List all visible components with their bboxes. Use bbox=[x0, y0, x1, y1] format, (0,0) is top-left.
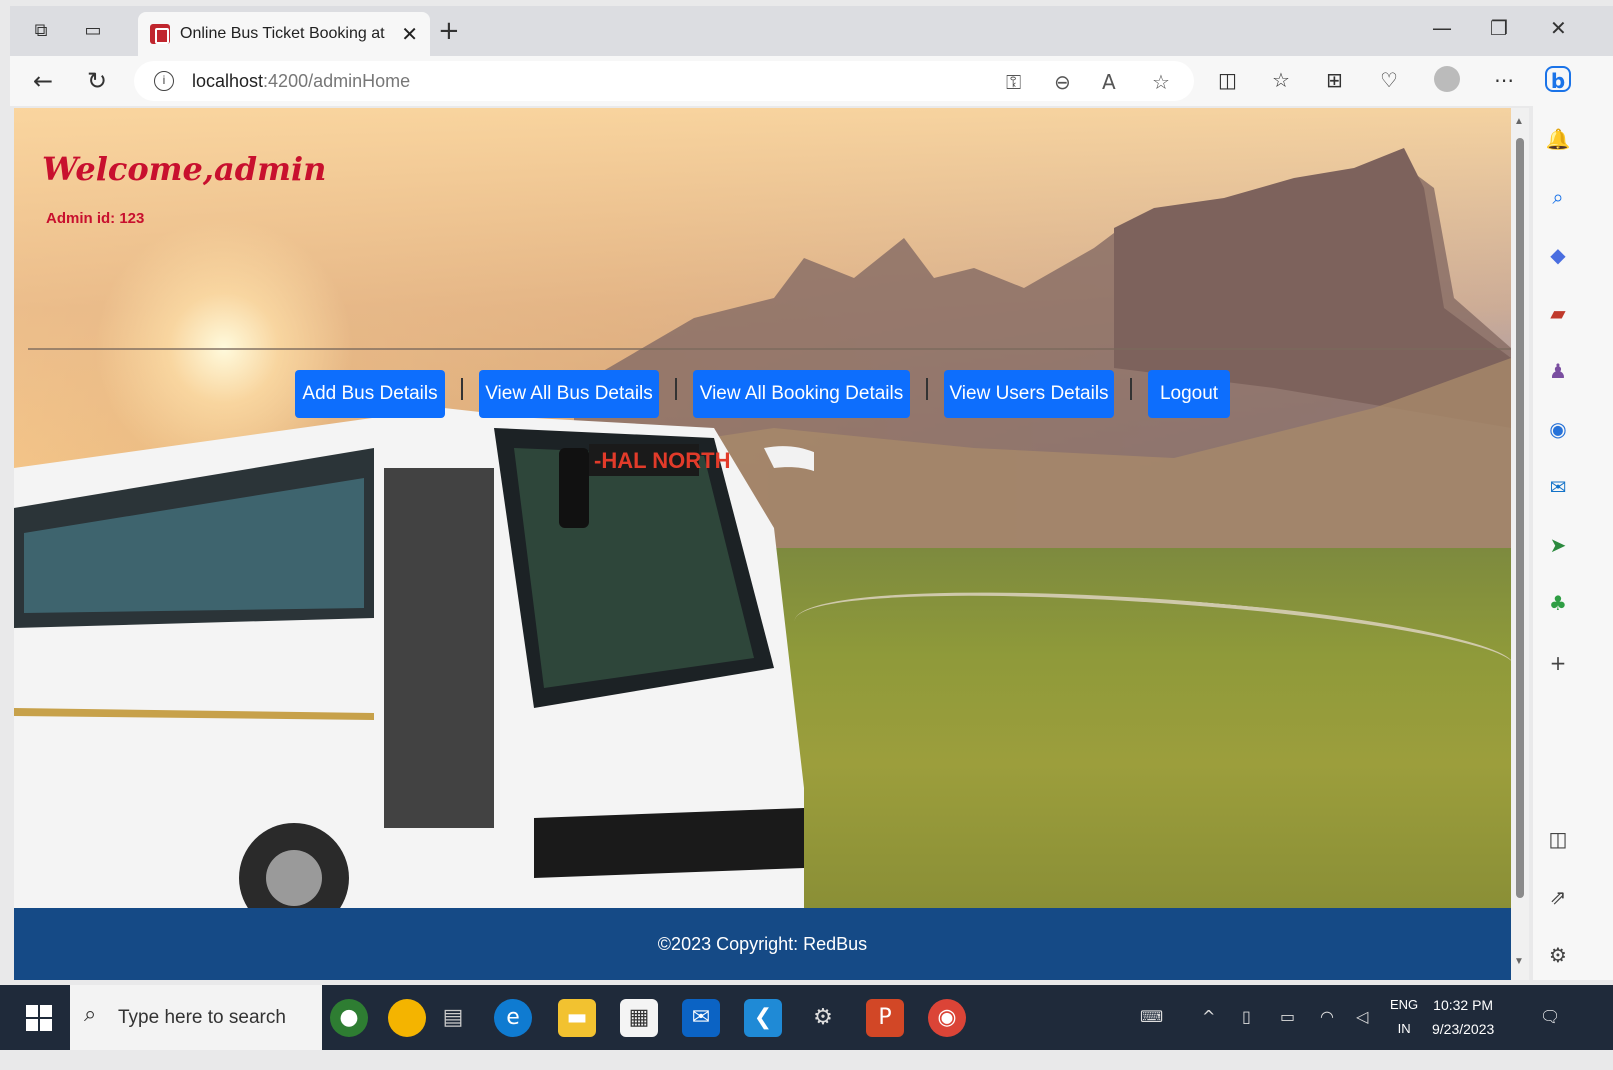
drop-icon[interactable]: ➤ bbox=[1545, 532, 1571, 558]
view-all-bus-details-button[interactable]: View All Bus Details bbox=[479, 370, 659, 418]
microsoft-365-icon[interactable]: ◉ bbox=[1545, 416, 1571, 442]
redbus-favicon-icon bbox=[150, 24, 170, 44]
bing-copilot-icon[interactable]: b bbox=[1545, 66, 1571, 93]
workspaces-icon[interactable]: ⧉ bbox=[30, 20, 52, 42]
web-page: -HAL NORTH Welcome,admin Admin id: 123 A… bbox=[14, 108, 1511, 980]
clock-time: 10:32 PM bbox=[1433, 997, 1494, 1013]
games-icon[interactable]: ♟ bbox=[1545, 358, 1571, 384]
scroll-up-icon[interactable]: ▲ bbox=[1514, 116, 1524, 127]
welcome-heading: Welcome,admin bbox=[42, 150, 327, 188]
notifications-bell-icon[interactable]: 🔔 bbox=[1545, 126, 1571, 152]
tab-title: Online Bus Ticket Booking at Lo bbox=[180, 25, 390, 42]
bus-image: -HAL NORTH bbox=[14, 408, 814, 908]
hero-background: -HAL NORTH bbox=[14, 108, 1511, 908]
site-info-icon[interactable]: i bbox=[154, 71, 174, 91]
external-link-icon[interactable]: ⇗ bbox=[1545, 884, 1571, 910]
hide-sidebar-icon[interactable]: ◫ bbox=[1545, 826, 1571, 852]
restore-icon[interactable]: ❐ bbox=[1490, 16, 1508, 40]
weather-globe-icon[interactable]: ● bbox=[330, 999, 368, 1037]
nav-separator bbox=[675, 378, 677, 400]
notification-center-icon[interactable]: 🗨 bbox=[1540, 1007, 1560, 1026]
favorites-icon[interactable]: ☆ bbox=[1272, 68, 1290, 92]
clock-date: 9/23/2023 bbox=[1432, 1021, 1495, 1037]
nav-separator bbox=[461, 378, 463, 400]
shopping-tag-icon[interactable]: ◆ bbox=[1545, 242, 1571, 268]
vscode-icon[interactable]: ❮ bbox=[744, 999, 782, 1037]
search-icon[interactable]: ⌕ bbox=[1545, 184, 1571, 210]
show-hidden-icons[interactable]: ^ bbox=[1202, 1007, 1215, 1026]
file-explorer-icon[interactable]: ▬ bbox=[558, 999, 596, 1037]
nav-separator bbox=[1130, 378, 1132, 400]
add-bus-details-button[interactable]: Add Bus Details bbox=[295, 370, 445, 418]
search-magnifier-icon: ⌕ bbox=[84, 1002, 97, 1027]
taskbar-search-placeholder: Type here to search bbox=[118, 1007, 286, 1028]
browser-essentials-icon[interactable]: ♡ bbox=[1380, 68, 1398, 92]
browser-toolbar: ← ↻ i localhost:4200/adminHome ⚿ ⊖ A ☆ ◫… bbox=[10, 56, 1613, 106]
powerpoint-icon[interactable]: P bbox=[866, 999, 904, 1037]
microsoft-store-icon[interactable]: ▦ bbox=[620, 999, 658, 1037]
volume-icon[interactable]: ◁ bbox=[1356, 1007, 1368, 1026]
scroll-down-icon[interactable]: ▼ bbox=[1514, 956, 1524, 967]
edge-sidebar: b 🔔 ⌕ ◆ ▰ ♟ ◉ ✉ ➤ ♣ + ◫ ⇗ ⚙ bbox=[1533, 56, 1613, 980]
browser-tab-bar: ⧉ ▭ Online Bus Ticket Booking at Lo ✕ + … bbox=[10, 6, 1613, 56]
refresh-icon[interactable]: ↻ bbox=[82, 66, 112, 96]
outlook-icon[interactable]: ✉ bbox=[1545, 474, 1571, 500]
new-tab-icon[interactable]: + bbox=[438, 16, 460, 46]
tab-close-icon[interactable]: ✕ bbox=[401, 22, 418, 46]
view-all-booking-details-button[interactable]: View All Booking Details bbox=[693, 370, 910, 418]
tools-briefcase-icon[interactable]: ▰ bbox=[1545, 300, 1571, 326]
device-icon[interactable]: ▯ bbox=[1242, 1007, 1251, 1026]
profile-avatar[interactable] bbox=[1434, 66, 1460, 92]
minimize-icon[interactable]: — bbox=[1432, 16, 1452, 40]
admin-id-text: Admin id: 123 bbox=[46, 210, 145, 227]
task-view-icon[interactable]: ▤ bbox=[434, 999, 472, 1037]
browser-tab-active[interactable]: Online Bus Ticket Booking at Lo ✕ bbox=[138, 12, 430, 56]
read-aloud-icon[interactable]: A bbox=[1102, 70, 1116, 94]
favorite-star-icon[interactable]: ☆ bbox=[1152, 70, 1170, 94]
collections-icon[interactable]: ⊞ bbox=[1326, 68, 1343, 92]
view-users-details-button[interactable]: View Users Details bbox=[944, 370, 1114, 418]
nav-separator bbox=[926, 378, 928, 400]
key-icon[interactable]: ⚿ bbox=[1006, 70, 1021, 94]
edge-browser-icon[interactable]: e bbox=[494, 999, 532, 1037]
horizontal-rule bbox=[28, 348, 1511, 350]
split-screen-icon[interactable]: ◫ bbox=[1218, 68, 1237, 92]
language-indicator[interactable]: ENG IN bbox=[1390, 993, 1418, 1041]
mail-icon[interactable]: ✉ bbox=[682, 999, 720, 1037]
desktop-screen: ⧉ ▭ Online Bus Ticket Booking at Lo ✕ + … bbox=[0, 0, 1613, 1070]
logout-button[interactable]: Logout bbox=[1148, 370, 1230, 418]
chrome-icon[interactable]: ◉ bbox=[928, 999, 966, 1037]
battery-icon[interactable]: ▭ bbox=[1280, 1007, 1295, 1026]
add-sidebar-app-icon[interactable]: + bbox=[1545, 650, 1571, 676]
back-icon[interactable]: ← bbox=[28, 66, 58, 96]
wifi-icon[interactable]: ◠ bbox=[1320, 1007, 1334, 1026]
url-text: localhost:4200/adminHome bbox=[192, 71, 410, 92]
language-code: ENG bbox=[1390, 997, 1419, 1012]
widgets-moon-icon[interactable] bbox=[388, 999, 426, 1037]
windows-taskbar: ⌕ Type here to search ● ▤ e ▬ ▦ ✉ ❮ ⚙ P … bbox=[0, 985, 1613, 1050]
taskbar-search-box[interactable]: ⌕ Type here to search bbox=[70, 985, 322, 1050]
sidebar-settings-icon[interactable]: ⚙ bbox=[1545, 942, 1571, 968]
url-path: :4200/adminHome bbox=[263, 71, 411, 91]
virtual-keyboard-icon[interactable]: ⌨ bbox=[1140, 1007, 1163, 1026]
tree-icon[interactable]: ♣ bbox=[1545, 590, 1571, 616]
settings-gear-icon[interactable]: ⚙ bbox=[804, 999, 842, 1037]
address-bar[interactable]: i localhost:4200/adminHome ⚿ ⊖ A ☆ bbox=[134, 61, 1194, 101]
bus-destination-sign: -HAL NORTH bbox=[594, 448, 730, 473]
more-menu-icon[interactable]: ⋯ bbox=[1494, 68, 1514, 92]
scroll-thumb[interactable] bbox=[1516, 138, 1524, 898]
region-code: IN bbox=[1397, 1021, 1411, 1036]
close-window-icon[interactable]: ✕ bbox=[1550, 16, 1567, 40]
tab-actions-icon[interactable]: ▭ bbox=[82, 20, 104, 42]
zoom-out-icon[interactable]: ⊖ bbox=[1054, 70, 1071, 94]
system-clock[interactable]: 10:32 PM 9/23/2023 bbox=[1432, 993, 1494, 1041]
page-scrollbar[interactable]: ▲ ▼ bbox=[1511, 108, 1529, 980]
page-footer: ©2023 Copyright: RedBus bbox=[14, 908, 1511, 980]
url-host: localhost bbox=[192, 71, 264, 91]
windows-start-icon[interactable] bbox=[26, 1005, 52, 1031]
